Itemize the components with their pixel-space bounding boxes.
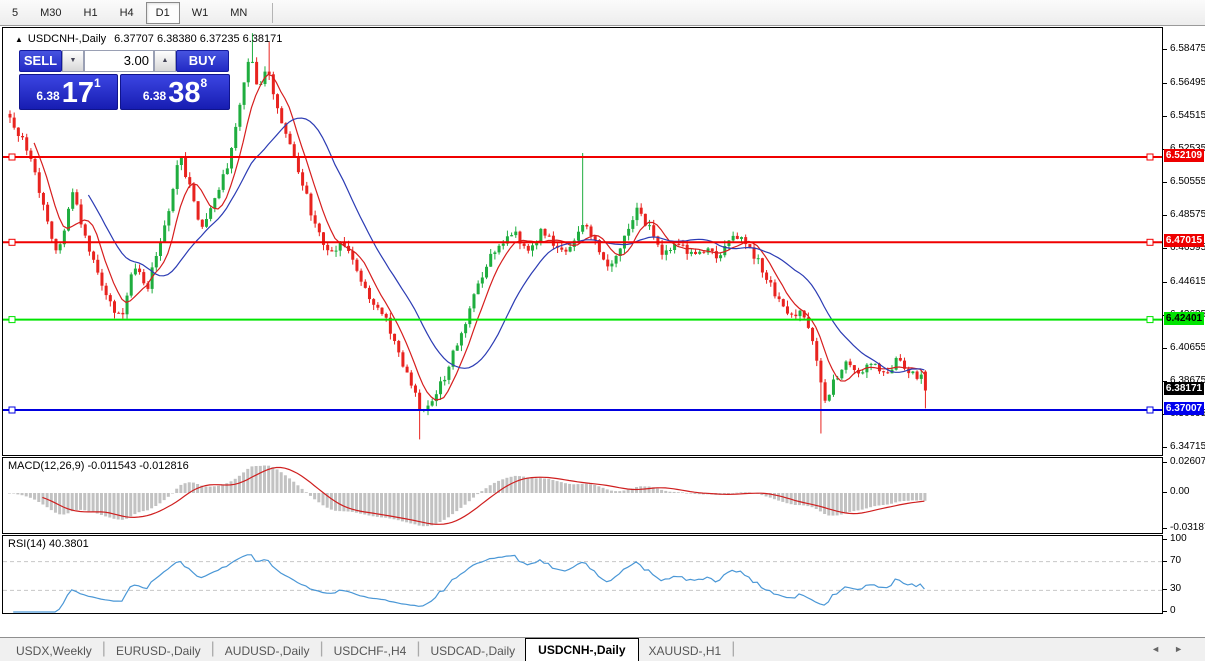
- price-badge: 6.37007: [1164, 402, 1204, 415]
- price-axis: 6.584756.564956.545156.525356.505556.485…: [1163, 27, 1205, 637]
- tab-scroll-right-icon[interactable]: ►: [1174, 644, 1197, 654]
- line-handle[interactable]: [9, 317, 15, 323]
- axis-tick: [1163, 447, 1167, 448]
- toolbar-separator: [272, 3, 273, 23]
- line-handle[interactable]: [9, 154, 15, 160]
- tab-audusd-daily[interactable]: AUDUSD-,Daily: [215, 640, 320, 661]
- buy-button[interactable]: BUY: [176, 50, 229, 72]
- axis-tick: [1163, 83, 1167, 84]
- rsi-pane[interactable]: RSI(14) 40.3801: [2, 535, 1163, 614]
- chart-tab-bar: USDX,Weekly|EURUSD-,Daily|AUDUSD-,Daily|…: [0, 637, 1205, 661]
- price-badge: 6.42401: [1164, 312, 1204, 325]
- sell-button[interactable]: SELL: [19, 50, 62, 72]
- tab-usdx-weekly[interactable]: USDX,Weekly: [6, 640, 102, 661]
- volume-increase-button[interactable]: ▲: [154, 50, 176, 72]
- macd-label: MACD(12,26,9) -0.011543 -0.012816: [8, 460, 189, 472]
- axis-tick: [1163, 561, 1167, 562]
- price-badge: 6.52109: [1164, 149, 1204, 162]
- rsi-tick-label: 100: [1170, 533, 1187, 544]
- bid-price-prefix: 6.38: [36, 89, 59, 103]
- tab-scroll-arrows[interactable]: ◄►: [1151, 644, 1197, 654]
- bid-price-big-digits: 17: [62, 80, 94, 106]
- rsi-tick-label: 30: [1170, 583, 1181, 594]
- line-handle[interactable]: [1147, 239, 1153, 245]
- macd-pane[interactable]: MACD(12,26,9) -0.011543 -0.012816: [2, 457, 1163, 534]
- timeframe-button-w1[interactable]: W1: [182, 2, 219, 24]
- axis-tick: [1163, 248, 1167, 249]
- price-badge: 6.47015: [1164, 234, 1204, 247]
- timeframe-button-5[interactable]: 5: [2, 2, 28, 24]
- bid-price-display[interactable]: 6.38171: [19, 74, 118, 110]
- ask-price-pipette: 8: [200, 76, 207, 90]
- chart-title: ▲ USDCNH-,Daily 6.37707 6.38380 6.37235 6.…: [15, 33, 282, 45]
- axis-tick: [1163, 282, 1167, 283]
- tab-eurusd-daily[interactable]: EURUSD-,Daily: [106, 640, 211, 661]
- one-click-trade-panel: SELL ▼ 3.00 ▲ BUY 6.38171 6.38388: [19, 50, 230, 110]
- axis-tick: [1163, 49, 1167, 50]
- timeframe-button-h4[interactable]: H4: [110, 2, 144, 24]
- price-tick-label: 6.44615: [1170, 276, 1205, 287]
- rsi-tick-label: 70: [1170, 555, 1181, 566]
- timeframe-toolbar: 5M30H1H4D1W1MN: [0, 0, 1205, 26]
- chart-area: ▲ USDCNH-,Daily 6.37707 6.38380 6.37235 6.…: [2, 27, 1163, 637]
- axis-tick: [1163, 611, 1167, 612]
- tab-xauusd-h1[interactable]: XAUUSD-,H1: [639, 640, 732, 661]
- macd-tick-label: 0.00: [1170, 486, 1189, 497]
- chart-symbol-label: USDCNH-,Daily: [28, 33, 106, 45]
- axis-tick: [1163, 589, 1167, 590]
- price-tick-label: 6.56495: [1170, 77, 1205, 88]
- price-pane[interactable]: ▲ USDCNH-,Daily 6.37707 6.38380 6.37235 6.…: [2, 27, 1163, 456]
- line-handle[interactable]: [1147, 317, 1153, 323]
- tab-usdcnh-daily[interactable]: USDCNH-,Daily: [525, 638, 638, 661]
- collapse-trade-panel-icon[interactable]: ▲: [15, 35, 23, 44]
- axis-tick: [1163, 528, 1167, 529]
- axis-tick: [1163, 348, 1167, 349]
- price-tick-label: 6.48575: [1170, 209, 1205, 220]
- macd-tick-label: 0.02607: [1170, 456, 1205, 467]
- line-handle[interactable]: [9, 239, 15, 245]
- axis-tick: [1163, 116, 1167, 117]
- price-tick-label: 6.58475: [1170, 43, 1205, 54]
- volume-decrease-button[interactable]: ▼: [62, 50, 84, 72]
- rsi-tick-label: 0: [1170, 605, 1176, 616]
- chart-ohlc-values: 6.37707 6.38380 6.37235 6.38171: [114, 33, 282, 45]
- line-handle[interactable]: [9, 407, 15, 413]
- bid-price-pipette: 1: [94, 76, 101, 90]
- price-badge: 6.38171: [1164, 382, 1204, 395]
- macd-tick-label: -0.03187: [1170, 522, 1205, 533]
- timeframe-button-h1[interactable]: H1: [74, 2, 108, 24]
- volume-input[interactable]: 3.00: [84, 50, 154, 72]
- axis-tick: [1163, 539, 1167, 540]
- tab-separator: |: [731, 636, 735, 661]
- ask-price-prefix: 6.38: [143, 89, 166, 103]
- rsi-label: RSI(14) 40.3801: [8, 538, 89, 550]
- price-tick-label: 6.40655: [1170, 342, 1205, 353]
- axis-tick: [1163, 492, 1167, 493]
- timeframe-button-m30[interactable]: M30: [30, 2, 71, 24]
- trading-terminal-window: 5M30H1H4D1W1MN ▲ USDCNH-,Daily 6.37707 6.3…: [0, 0, 1205, 661]
- price-tick-label: 6.54515: [1170, 110, 1205, 121]
- ask-price-display[interactable]: 6.38388: [120, 74, 230, 110]
- rsi-canvas[interactable]: [3, 536, 1162, 613]
- axis-tick: [1163, 462, 1167, 463]
- tab-usdcad-daily[interactable]: USDCAD-,Daily: [420, 640, 525, 661]
- tab-usdchf-h4[interactable]: USDCHF-,H4: [324, 640, 417, 661]
- line-handle[interactable]: [1147, 407, 1153, 413]
- timeframe-button-mn[interactable]: MN: [220, 2, 257, 24]
- ask-price-big-digits: 38: [168, 80, 200, 106]
- price-tick-label: 6.50555: [1170, 176, 1205, 187]
- timeframe-button-d1[interactable]: D1: [146, 2, 180, 24]
- tab-scroll-left-icon[interactable]: ◄: [1151, 644, 1174, 654]
- line-handle[interactable]: [1147, 154, 1153, 160]
- price-tick-label: 6.34715: [1170, 441, 1205, 452]
- axis-tick: [1163, 215, 1167, 216]
- axis-tick: [1163, 182, 1167, 183]
